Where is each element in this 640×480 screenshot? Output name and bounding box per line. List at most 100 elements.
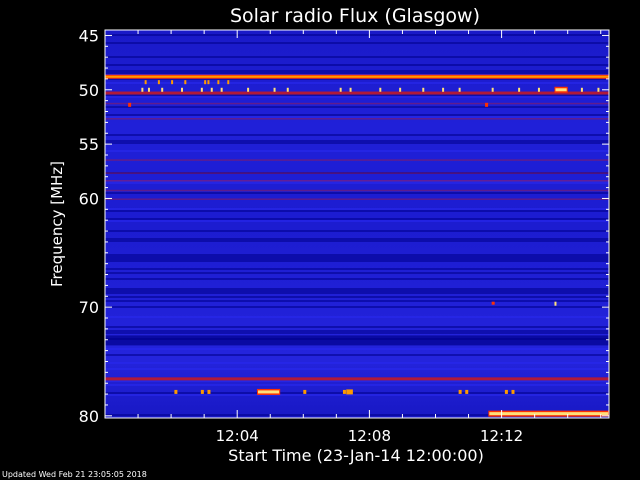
chart-title: Solar radio Flux (Glasgow) <box>230 5 480 27</box>
y-tick-label: 45 <box>79 26 99 45</box>
noise-band <box>105 290 609 292</box>
speckle <box>128 102 132 107</box>
noise-band <box>105 56 609 58</box>
interference-band <box>105 189 609 192</box>
noise-band <box>105 330 609 332</box>
noise-band <box>105 230 609 232</box>
noise-band <box>105 362 609 364</box>
speckle <box>184 80 187 85</box>
noise-band <box>105 134 609 136</box>
dark-band <box>105 335 609 346</box>
speckle <box>339 87 342 92</box>
noise-band <box>105 150 609 152</box>
noise-band <box>105 384 609 386</box>
radio-burst-core <box>555 88 567 92</box>
noise-band <box>105 354 609 356</box>
noise-band <box>105 34 609 36</box>
y-axis-label: Frequency [MHz] <box>48 161 66 287</box>
radio-burst <box>346 389 353 395</box>
noise-band <box>105 258 609 260</box>
speckle <box>465 389 469 394</box>
noise-band <box>105 210 609 212</box>
radio-burst-core <box>258 390 280 394</box>
speckle <box>207 80 210 85</box>
emission-line <box>105 91 609 95</box>
speckle <box>247 87 250 92</box>
speckle <box>227 80 230 85</box>
speckle <box>273 87 276 92</box>
speckle <box>580 87 583 92</box>
speckle <box>504 389 508 394</box>
noise-band <box>105 192 609 194</box>
noise-band <box>105 82 609 84</box>
interference-band <box>105 198 609 200</box>
noise-band <box>105 220 609 222</box>
speckle <box>511 389 515 394</box>
noise-band <box>105 326 609 328</box>
speckle <box>303 389 307 394</box>
speckle <box>210 87 213 92</box>
interference-band <box>105 179 609 182</box>
interference-band <box>105 172 609 174</box>
interference-band <box>105 159 609 161</box>
speckle <box>174 389 178 394</box>
noise-band <box>105 292 609 294</box>
interference-band <box>105 118 609 120</box>
noise-band <box>105 208 609 210</box>
y-tick-label: 70 <box>79 298 99 317</box>
speckle <box>217 80 220 85</box>
x-tick-label: 12:08 <box>348 427 391 445</box>
noise-band <box>105 272 609 274</box>
noise-band <box>105 240 609 242</box>
speckle <box>518 87 521 92</box>
noise-band <box>105 72 609 74</box>
speckle <box>200 389 204 394</box>
speckle <box>181 87 184 92</box>
noise-band <box>105 394 609 396</box>
emission-line <box>105 377 609 381</box>
noise-band <box>105 42 609 44</box>
noise-band <box>105 306 609 308</box>
x-tick-label: 12:12 <box>480 427 523 445</box>
speckle <box>458 87 461 92</box>
noise-band <box>105 182 609 184</box>
speckle <box>399 87 402 92</box>
speckle <box>147 87 150 92</box>
noise-band <box>105 278 609 280</box>
speckle <box>141 87 144 92</box>
noise-band <box>105 142 609 144</box>
speckle <box>422 87 425 92</box>
speckle <box>200 87 203 92</box>
noise-band <box>105 116 609 118</box>
y-tick-label: 60 <box>79 189 99 208</box>
noise-band <box>105 260 609 262</box>
speckle <box>157 80 160 85</box>
speckle <box>458 389 462 394</box>
speckle <box>342 389 346 394</box>
emission-line-core <box>105 75 609 78</box>
noise-band <box>105 288 609 290</box>
noise-band <box>105 254 609 256</box>
noise-band <box>105 368 609 370</box>
noise-band <box>105 392 609 394</box>
speckle <box>349 87 352 92</box>
y-tick-label: 80 <box>79 407 99 426</box>
noise-band <box>105 316 609 318</box>
noise-band <box>105 268 609 270</box>
noise-band <box>105 256 609 258</box>
noise-band <box>105 296 609 298</box>
y-tick-label: 55 <box>79 135 99 154</box>
speckle <box>144 80 147 85</box>
speckle <box>554 301 557 306</box>
noise-band <box>105 64 609 66</box>
speckle <box>379 87 382 92</box>
speckle <box>491 87 494 92</box>
speckle <box>491 301 495 305</box>
noise-band <box>105 348 609 350</box>
noise-band <box>105 140 609 142</box>
speckle <box>442 87 445 92</box>
radio-burst-core <box>489 412 608 416</box>
noise-band <box>105 96 609 98</box>
speckle <box>286 87 289 92</box>
interference-band <box>105 102 609 105</box>
